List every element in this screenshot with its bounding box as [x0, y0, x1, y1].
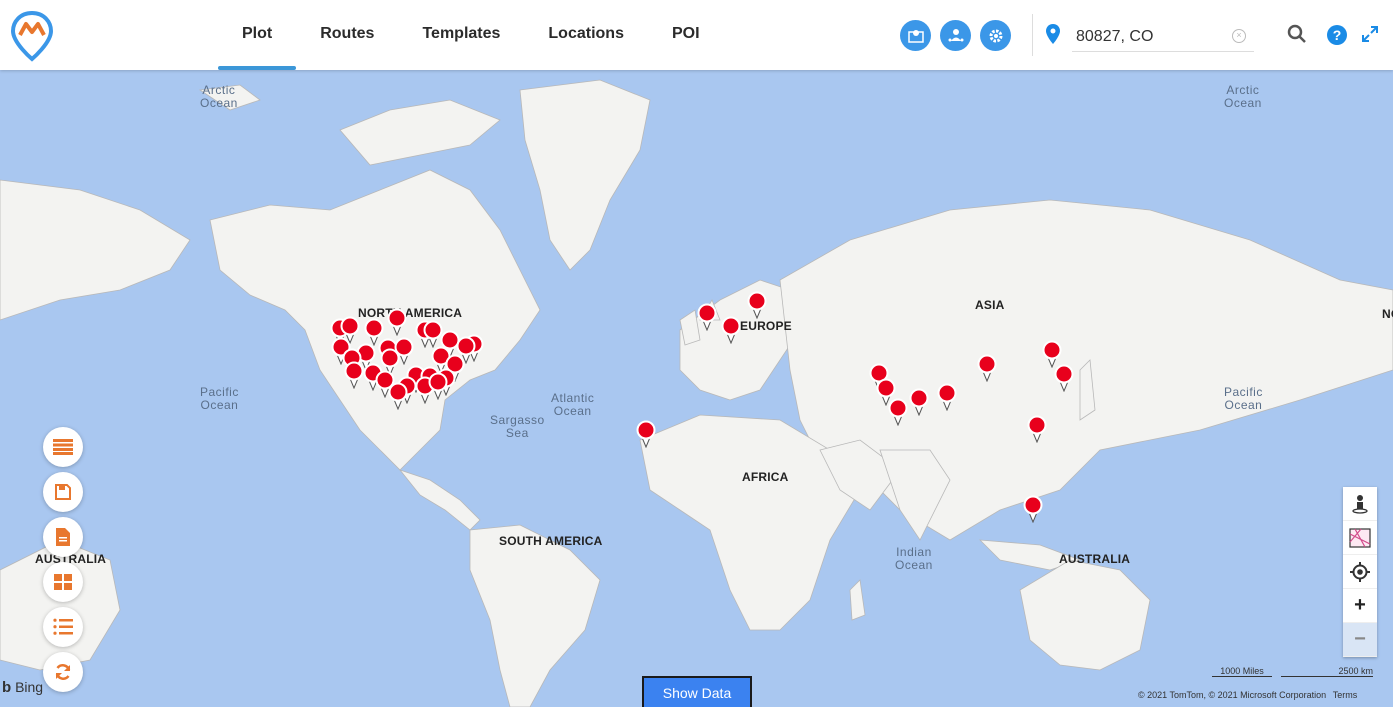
map-marker-pin[interactable]: [1054, 364, 1074, 392]
map-marker-pin[interactable]: [428, 372, 448, 400]
numbered-list-button[interactable]: [43, 607, 83, 647]
grid-icon: [54, 574, 72, 590]
locate-icon: [1350, 561, 1370, 582]
settings-button[interactable]: [980, 20, 1011, 51]
map-layer-icon: [907, 29, 924, 43]
zoom-out-button[interactable]: −: [1343, 623, 1377, 657]
arctic-ocean-right-label: Arctic Ocean: [1224, 83, 1262, 110]
scale-km: 2500 km: [1281, 666, 1373, 677]
show-data-button[interactable]: Show Data: [642, 676, 752, 707]
copyright-text: © 2021 TomTom, © 2021 Microsoft Corporat…: [1138, 690, 1357, 700]
arctic-ocean-left-label: Arctic Ocean: [200, 83, 238, 110]
map-style-icon: [1349, 527, 1371, 548]
territory-user-button[interactable]: [940, 20, 971, 51]
settings-icon: [989, 29, 1002, 42]
bing-attribution: Bing: [15, 679, 44, 695]
map-marker-pin[interactable]: [977, 354, 997, 382]
grid-button[interactable]: [43, 562, 83, 602]
list-icon: [53, 439, 73, 455]
europe-label: EUROPE: [740, 319, 792, 333]
tab-plot[interactable]: Plot: [218, 0, 297, 70]
world-map[interactable]: Arctic Ocean Arctic Ocean Pacific Ocean Pac…: [0, 70, 1393, 707]
terms-link[interactable]: Terms: [1333, 690, 1358, 700]
numbered-list-icon: [53, 618, 73, 635]
north-edge-label: NO: [1382, 307, 1393, 321]
asia-label: ASIA: [975, 298, 1005, 312]
tab-routes[interactable]: Routes: [296, 0, 398, 70]
location-pin-icon: [1046, 24, 1060, 44]
map-marker-pin[interactable]: [888, 398, 908, 426]
map-marker-pin[interactable]: [387, 308, 407, 336]
app-header: Plot Routes Templates Locations POI × ?: [0, 0, 1393, 70]
locate-me-button[interactable]: [1343, 555, 1377, 589]
location-search-input[interactable]: [1072, 22, 1254, 52]
bing-logo: b Bing: [2, 679, 43, 696]
map-marker-pin[interactable]: [697, 303, 717, 331]
australia-right-label: AUSTRALIA: [1059, 552, 1131, 566]
map-marker-pin[interactable]: [747, 291, 767, 319]
document-icon: [56, 528, 70, 546]
zoom-in-button[interactable]: +: [1343, 589, 1377, 623]
help-icon[interactable]: ?: [1327, 25, 1347, 45]
list-button[interactable]: [43, 427, 83, 467]
map-style-button[interactable]: [1343, 521, 1377, 555]
map-controls: + −: [1343, 487, 1377, 657]
map-marker-pin[interactable]: [937, 383, 957, 411]
scale-miles: 1000 Miles: [1212, 666, 1272, 677]
pacific-ocean-left-label: Pacific Ocean: [200, 385, 239, 412]
map-marker-pin[interactable]: [1027, 415, 1047, 443]
refresh-icon: [55, 664, 71, 680]
tab-locations[interactable]: Locations: [524, 0, 648, 70]
map-marker-pin[interactable]: [721, 316, 741, 344]
tab-templates[interactable]: Templates: [398, 0, 524, 70]
territory-user-icon: [948, 28, 963, 41]
south-america-label: SOUTH AMERICA: [499, 534, 603, 548]
main-nav: Plot Routes Templates Locations POI: [218, 0, 724, 70]
map-marker-pin[interactable]: [388, 382, 408, 410]
map-marker-pin[interactable]: [344, 361, 364, 389]
sargasso-sea-label: Sargasso Sea: [490, 413, 545, 440]
search-icon[interactable]: [1287, 24, 1307, 44]
indian-ocean-label: Indian Ocean: [895, 545, 933, 572]
copyright-notice: © 2021 TomTom, © 2021 Microsoft Corporat…: [1138, 690, 1327, 700]
save-button[interactable]: [43, 472, 83, 512]
street-view-button[interactable]: [1343, 487, 1377, 521]
expand-icon[interactable]: [1362, 26, 1378, 42]
map-layer-button[interactable]: [900, 20, 931, 51]
app-logo[interactable]: [10, 10, 54, 62]
street-view-icon: [1352, 494, 1368, 514]
refresh-button[interactable]: [43, 652, 83, 692]
save-icon: [55, 484, 71, 500]
header-divider: [1032, 14, 1033, 56]
africa-label: AFRICA: [742, 470, 789, 484]
map-marker-pin[interactable]: [636, 420, 656, 448]
tab-poi[interactable]: POI: [648, 0, 724, 70]
clear-input-icon[interactable]: ×: [1232, 29, 1246, 43]
map-marker-pin[interactable]: [1023, 495, 1043, 523]
pacific-ocean-right-label: Pacific Ocean: [1224, 385, 1263, 412]
atlantic-ocean-label: Atlantic Ocean: [551, 391, 595, 418]
bing-b-icon: b: [2, 679, 12, 696]
document-button[interactable]: [43, 517, 83, 557]
map-marker-pin[interactable]: [909, 388, 929, 416]
